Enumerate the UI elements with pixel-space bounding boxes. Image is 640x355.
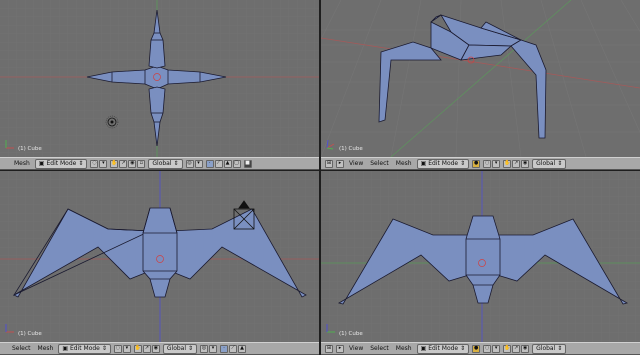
mode-cube-icon: ▣ xyxy=(38,159,45,167)
object-label: (1) Cube xyxy=(18,331,42,337)
manipulator-hand-icon[interactable]: ✋ xyxy=(503,159,512,168)
view-menu[interactable]: View xyxy=(347,160,365,167)
mode-cube-icon: ▣ xyxy=(62,344,68,352)
mode-dropdown[interactable]: ▣ Edit Mode ⇕ xyxy=(58,343,111,354)
pivot-icon[interactable]: ◌ xyxy=(113,344,122,353)
mode-cube-icon: ▣ xyxy=(420,159,427,167)
header-collapse-icon[interactable]: ▸ xyxy=(336,344,344,353)
select-menu[interactable]: Select xyxy=(10,345,33,352)
viewport-header-bottom-left: Select Mesh ▣ Edit Mode ⇕ ◌ ▾ ✋ ↗ ◉ Global ⇕ ◎… xyxy=(0,342,319,355)
proportional-edit-icon[interactable]: ◎ xyxy=(185,159,194,168)
manipulator-rotate-icon[interactable]: ◉ xyxy=(521,159,530,168)
object-label: (1) Cube xyxy=(18,146,42,152)
orientation-dropdown[interactable]: Global ⇕ xyxy=(532,158,567,169)
viewport-header-top-left: Mesh ▣ Edit Mode ⇕ ◌ ▾ ✋ ↗ ◉ ▫ Global ⇕ ◎ ▾ · ⟋ ▲ ▢… xyxy=(0,157,319,170)
axis-gizmo xyxy=(5,140,14,149)
mesh-menu[interactable]: Mesh xyxy=(394,345,414,352)
viewport-top-right[interactable]: (1) Cube xyxy=(321,0,640,157)
manipulator-scale-icon[interactable]: ▫ xyxy=(137,159,146,168)
vertex-select-icon[interactable]: · xyxy=(205,159,214,168)
orientation-dropdown[interactable]: Global ⇕ xyxy=(148,158,183,169)
manipulator-rotate-icon[interactable]: ◉ xyxy=(151,344,160,353)
manipulator-translate-icon[interactable]: ↗ xyxy=(142,344,151,353)
mesh-menu[interactable]: Mesh xyxy=(394,160,414,167)
select-menu[interactable]: Select xyxy=(368,345,391,352)
axis-gizmo xyxy=(5,324,14,333)
object-label: (1) Cube xyxy=(339,331,363,337)
pivot-chevron-icon[interactable]: ▾ xyxy=(492,344,501,353)
pivot-icon[interactable]: ◌ xyxy=(483,159,492,168)
vertex-select-icon[interactable]: · xyxy=(220,344,229,353)
pivot-chevron-icon[interactable]: ▾ xyxy=(492,159,501,168)
spider-mesh xyxy=(378,14,547,139)
viewport-scene xyxy=(0,0,319,157)
manipulator-hand-icon[interactable]: ✋ xyxy=(133,344,142,353)
orientation-dropdown[interactable]: Global ⇕ xyxy=(162,343,198,354)
mode-dropdown[interactable]: ▣ Edit Mode ⇕ xyxy=(416,343,470,354)
viewport-top-left[interactable]: (1) Cube xyxy=(0,0,319,157)
edge-select-icon[interactable]: ⟋ xyxy=(214,159,223,168)
chevron-down-icon: ⇕ xyxy=(460,159,466,167)
select-menu[interactable]: Select xyxy=(368,160,391,167)
view-menu[interactable]: View xyxy=(347,345,365,352)
view-type-icon[interactable]: ⊞ xyxy=(325,159,333,168)
viewport-scene xyxy=(321,171,640,342)
manipulator-rotate-icon[interactable]: ◉ xyxy=(521,344,530,353)
chevron-down-icon: ⇕ xyxy=(460,344,466,352)
shading-icon[interactable]: ● xyxy=(472,159,481,168)
manipulator-translate-icon[interactable]: ↗ xyxy=(512,159,521,168)
view-type-icon[interactable]: ⊞ xyxy=(325,344,333,353)
mesh-menu[interactable]: Mesh xyxy=(36,345,56,352)
manipulator-translate-icon[interactable]: ↗ xyxy=(119,159,128,168)
axis-gizmo xyxy=(326,139,335,150)
chevron-down-icon: ⇕ xyxy=(557,159,563,167)
viewport-scene xyxy=(0,171,319,342)
proportional-edit-icon[interactable]: ◎ xyxy=(200,344,209,353)
viewport-header-top-right: ⊞ ▸ View Select Mesh ▣ Edit Mode ⇕ ● ◌ ▾ ✋ ↗… xyxy=(321,157,640,170)
manipulator-hand-icon[interactable]: ✋ xyxy=(110,159,119,168)
manipulator-hand-icon[interactable]: ✋ xyxy=(503,344,512,353)
viewport-bottom-right[interactable]: (1) Cube xyxy=(321,171,640,342)
manipulator-rotate-icon[interactable]: ◉ xyxy=(128,159,137,168)
axis-gizmo xyxy=(326,324,335,333)
chevron-down-icon: ⇕ xyxy=(188,344,194,352)
manipulator-translate-icon[interactable]: ↗ xyxy=(512,344,521,353)
mesh-menu[interactable]: Mesh xyxy=(12,160,32,167)
object-label: (1) Cube xyxy=(339,146,363,152)
pivot-chevron-icon[interactable]: ▾ xyxy=(122,344,131,353)
mode-dropdown[interactable]: ▣ Edit Mode ⇕ xyxy=(34,158,88,169)
pivot-icon[interactable]: ◌ xyxy=(90,159,99,168)
proportional-chevron-icon[interactable]: ▾ xyxy=(194,159,203,168)
chevron-down-icon: ⇕ xyxy=(78,159,84,167)
chevron-down-icon: ⇕ xyxy=(557,344,563,352)
proportional-chevron-icon[interactable]: ▾ xyxy=(209,344,218,353)
mode-dropdown[interactable]: ▣ Edit Mode ⇕ xyxy=(416,158,470,169)
edge-select-icon[interactable]: ⟋ xyxy=(229,344,238,353)
perspective-grid xyxy=(321,0,640,157)
occlude-icon[interactable]: ▢ xyxy=(232,159,241,168)
face-select-icon[interactable]: ▲ xyxy=(238,344,247,353)
viewport-scene xyxy=(321,0,640,157)
viewport-bottom-left[interactable]: (1) Cube xyxy=(0,171,319,342)
shading-icon[interactable]: ● xyxy=(472,344,481,353)
render-icon[interactable]: ■ xyxy=(243,159,252,168)
pivot-chevron-icon[interactable]: ▾ xyxy=(99,159,108,168)
face-select-icon[interactable]: ▲ xyxy=(223,159,232,168)
pivot-icon[interactable]: ◌ xyxy=(483,344,492,353)
orientation-dropdown[interactable]: Global ⇕ xyxy=(532,343,567,354)
viewport-header-bottom-right: ⊞ ▸ View Select Mesh ▣ Edit Mode ⇕ ● ◌ ▾ ✋ ↗… xyxy=(321,342,640,355)
chevron-down-icon: ⇕ xyxy=(101,344,107,352)
chevron-down-icon: ⇕ xyxy=(173,159,179,167)
header-collapse-icon[interactable]: ▸ xyxy=(336,159,344,168)
mode-cube-icon: ▣ xyxy=(420,344,427,352)
